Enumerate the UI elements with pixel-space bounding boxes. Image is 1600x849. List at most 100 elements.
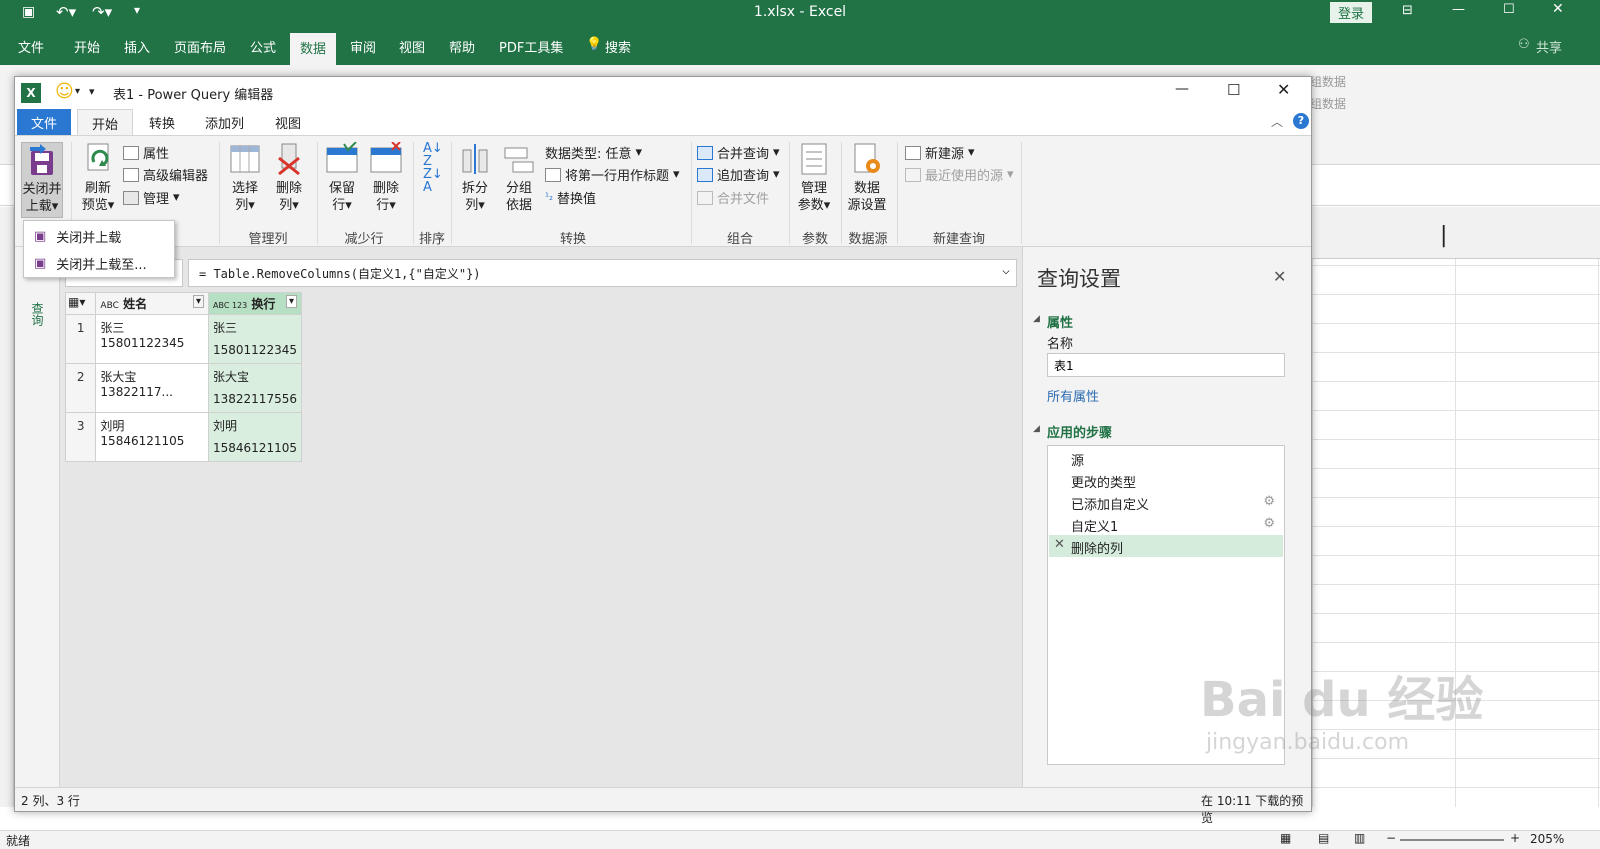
login-button[interactable]: 登录 [1330,2,1373,23]
properties-button[interactable]: 属性 [123,143,169,162]
tab-insert[interactable]: 插入 [124,37,150,56]
pq-tab-file[interactable]: 文件 [17,109,72,135]
table-row[interactable]: 3 刘明15846121105 刘明 15846121105 [64,412,302,462]
queries-pane-collapsed[interactable]: 查询 [15,247,60,787]
remove-rows-button[interactable]: 删除 行▾ [365,141,407,214]
page-layout-view-icon[interactable]: ▤ [1318,831,1329,845]
step-item[interactable]: 更改的类型 [1049,469,1283,491]
close-load-button[interactable]: 关闭并 上载▾ [21,142,63,218]
ungroup-label[interactable]: 组数据 [1310,73,1346,90]
tab-help[interactable]: 帮助 [449,37,475,56]
pq-maximize-icon[interactable]: ☐ [1227,81,1240,99]
formula-text[interactable]: = Table.RemoveColumns(自定义1,{"自定义"}) [199,267,481,281]
cell-name[interactable]: 张三15801122345 [95,314,209,364]
combine-files-button[interactable]: 合并文件 [697,188,769,207]
pq-tab-view[interactable]: 视图 [261,109,315,135]
feedback-dropdown-icon[interactable]: ▾ [75,86,80,97]
close-icon[interactable]: ✕ [1552,1,1564,17]
row-number[interactable]: 2 [64,363,97,413]
first-row-header-button[interactable]: 将第一行用作标题 ▾ [545,165,680,184]
sort-descending-icon[interactable]: Z↓ A [423,168,443,194]
share-button[interactable]: 共享 [1536,37,1562,56]
cell-newline[interactable]: 刘明 15846121105 [208,412,302,462]
replace-values-button[interactable]: ¹₂ 替换值 [545,188,596,207]
qat-customize-icon[interactable]: ▾ [89,85,95,98]
close-settings-icon[interactable]: ✕ [1273,267,1286,286]
expand-formula-icon[interactable]: ⌵ [1002,263,1010,278]
manage-button[interactable]: 管理 ▾ [123,188,180,207]
column-header-name[interactable]: ABC 姓名 ▾ [95,292,209,315]
row-number[interactable]: 1 [64,314,97,364]
gear-icon[interactable]: ⚙ [1263,516,1275,531]
row-number[interactable]: 3 [64,412,97,462]
subtotal-label[interactable]: 组数据 [1310,95,1346,112]
cell-newline[interactable]: 张三 15801122345 [208,314,302,364]
column-filter-icon[interactable]: ▾ [285,295,297,308]
advanced-editor-button[interactable]: 高级编辑器 [123,165,208,184]
cell-newline[interactable]: 张大宝 13822117556 [208,363,302,413]
group-by-button[interactable]: 分组 依据 [499,142,539,214]
tab-review[interactable]: 审阅 [350,37,376,56]
choose-columns-button[interactable]: 选择 列▾ [225,142,265,214]
tab-view[interactable]: 视图 [399,37,425,56]
table-row[interactable]: 1 张三15801122345 张三 15801122345 [64,314,302,364]
page-break-view-icon[interactable]: ▥ [1354,831,1365,845]
step-item[interactable]: 源 [1049,447,1283,469]
sort-ascending-icon[interactable]: A↓ Z [423,142,443,168]
pq-tab-transform[interactable]: 转换 [135,109,189,135]
data-source-settings-button[interactable]: 数据 源设置 [845,142,889,214]
pq-close-icon[interactable]: ✕ [1277,80,1290,99]
pq-tab-home[interactable]: 开始 [77,109,134,135]
formula-bar[interactable]: = Table.RemoveColumns(自定义1,{"自定义"}) ⌵ [188,259,1017,287]
merge-queries-button[interactable]: 合并查询 ▾ [697,143,780,162]
all-properties-link[interactable]: 所有属性 [1047,386,1099,405]
help-icon[interactable]: ? [1293,113,1309,129]
gear-icon[interactable]: ⚙ [1263,494,1275,509]
cell-name[interactable]: 刘明15846121105 [95,412,209,462]
column-header-newline[interactable]: ABC 123 换行 ▾ [208,292,302,315]
tab-formulas[interactable]: 公式 [250,37,276,56]
close-load-to-menu-item[interactable]: ▣ 关闭并上载至... [24,250,174,276]
close-load-menu-item[interactable]: ▣ 关闭并上载 [24,223,174,249]
zoom-level[interactable]: 205% [1530,832,1564,846]
normal-view-icon[interactable]: ▦ [1280,831,1291,845]
tab-file[interactable]: 文件 [18,37,44,56]
column-filter-icon[interactable]: ▾ [192,295,204,308]
collapse-properties-icon[interactable]: ◢ [1033,314,1040,324]
refresh-preview-button[interactable]: 刷新 预览▾ [77,142,119,214]
tab-home[interactable]: 开始 [74,37,100,56]
pq-tab-add-column[interactable]: 添加列 [191,109,258,135]
data-type-dropdown[interactable]: 数据类型: 任意 ▾ [545,143,642,162]
minimize-icon[interactable]: — [1452,2,1465,17]
zoom-in-icon[interactable]: + [1510,831,1520,845]
collapse-ribbon-icon[interactable]: ︿ [1271,113,1283,130]
manage-parameters-button[interactable]: 管理 参数▾ [793,142,835,214]
new-source-button[interactable]: 新建源 ▾ [905,143,975,162]
pq-minimize-icon[interactable]: — [1175,81,1189,97]
query-name-input[interactable] [1047,353,1285,377]
recent-sources-button[interactable]: 最近使用的源 ▾ [905,165,1014,184]
tab-page-layout[interactable]: 页面布局 [174,37,226,56]
step-item-selected[interactable]: ✕ 删除的列 [1049,535,1283,557]
table-row[interactable]: 2 张大宝13822117... 张大宝 13822117556 [64,363,302,413]
zoom-out-icon[interactable]: − [1386,831,1396,845]
table-menu-icon[interactable]: ▦▾ [64,292,97,315]
tab-data[interactable]: 数据 [290,33,337,65]
split-column-button[interactable]: 拆分 列▾ [455,142,495,214]
search-tell-me[interactable]: 搜索 [605,37,631,56]
keep-rows-button[interactable]: 保留 行▾ [321,141,363,214]
column-type-any-icon[interactable]: ABC 123 [213,301,247,310]
remove-columns-button[interactable]: 删除 列▾ [269,142,309,214]
step-item[interactable]: 自定义1 ⚙ [1049,513,1283,535]
delete-step-icon[interactable]: ✕ [1054,537,1065,552]
append-queries-button[interactable]: 追加查询 ▾ [697,165,780,184]
column-type-abc-icon[interactable]: ABC [100,301,118,311]
queries-pane-label[interactable]: 查询 [29,302,46,326]
zoom-slider[interactable] [1400,839,1504,841]
maximize-icon[interactable]: ☐ [1503,2,1515,17]
collapse-steps-icon[interactable]: ◢ [1033,424,1040,434]
ribbon-display-icon[interactable]: ⊟ [1402,3,1413,18]
cell-name[interactable]: 张大宝13822117... [95,363,209,413]
tab-pdf-tools[interactable]: PDF工具集 [499,37,563,56]
step-item[interactable]: 已添加自定义 ⚙ [1049,491,1283,513]
